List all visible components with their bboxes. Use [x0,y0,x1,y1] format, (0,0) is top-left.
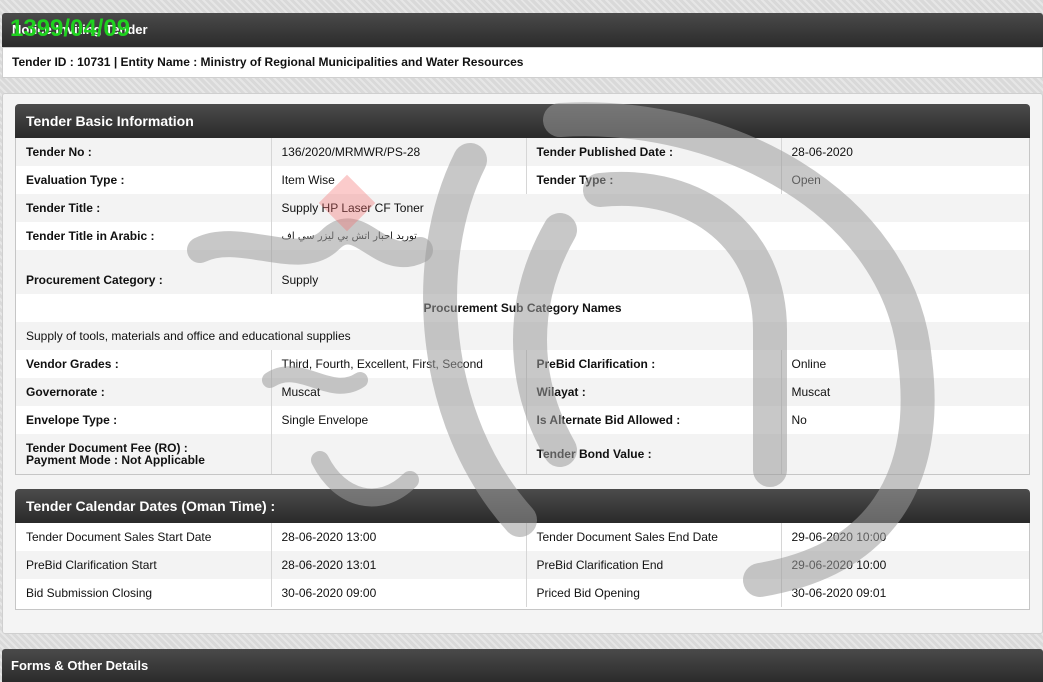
table-row: Tender Document Sales Start Date 28-06-2… [16,523,1029,551]
envelope-type-label: Envelope Type : [16,406,272,434]
calendar-table: Tender Document Sales Start Date 28-06-2… [15,523,1030,610]
table-row: Procurement Category : Supply [16,250,1029,294]
vendor-grades-label: Vendor Grades : [16,350,272,378]
vendor-grades-value: Third, Fourth, Excellent, First, Second [271,350,527,378]
arabic-title-value: توريد احبار اتش بي ليزر سي اف [281,230,417,242]
bid-closing-value: 30-06-2020 09:00 [271,579,527,607]
date-stamp: 1399/04/09 [10,15,131,42]
evaluation-type-value: Item Wise [271,166,527,194]
procurement-category-value: Supply [281,273,319,287]
table-row: Envelope Type : Single Envelope Is Alter… [16,406,1029,434]
evaluation-type-label: Evaluation Type : [16,166,272,194]
calendar-title: Tender Calendar Dates (Oman Time) : [26,498,276,514]
basic-info-title: Tender Basic Information [26,113,194,129]
bond-value-label: Tender Bond Value : [526,434,782,474]
tender-no-value: 136/2020/MRMWR/PS-28 [271,138,527,166]
tender-no-label: Tender No : [16,138,272,166]
published-date-value: 28-06-2020 [791,145,853,159]
governorate-label: Governorate : [16,378,272,406]
tender-type-label: Tender Type : [526,166,782,194]
tender-title-value: Supply HP Laser CF Toner [281,201,424,215]
forms-details-bar[interactable]: Forms & Other Details [2,649,1043,682]
prebid-start-label: PreBid Clarification Start [16,551,272,579]
published-date-label: Tender Published Date : [526,138,782,166]
sales-end-value: 29-06-2020 10:00 [791,530,887,544]
table-row: Evaluation Type : Item Wise Tender Type … [16,166,1029,194]
priced-bid-value: 30-06-2020 09:01 [791,586,887,600]
tender-title-label: Tender Title : [16,194,272,222]
forms-details-title: Forms & Other Details [11,658,149,673]
basic-info-header: Tender Basic Information [15,104,1030,138]
sales-end-label: Tender Document Sales End Date [526,523,782,551]
notice-title-bar: Notice Inviting Tender [2,13,1043,47]
tender-type-value: Open [791,173,821,187]
prebid-start-value: 28-06-2020 13:01 [271,551,527,579]
bid-closing-label: Bid Submission Closing [16,579,272,607]
sales-start-value: 28-06-2020 13:00 [271,523,527,551]
table-row: Tender Title in Arabic : توريد احبار اتش… [16,222,1029,250]
table-row: Tender Title : Supply HP Laser CF Toner [16,194,1029,222]
envelope-type-value: Single Envelope [271,406,527,434]
tender-id-line: Tender ID : 10731 | Entity Name : Minist… [2,47,1043,78]
alternate-bid-value: No [791,413,807,427]
wilayat-label: Wilayat : [526,378,782,406]
table-row: Tender Document Fee (RO) : Payment Mode … [16,434,1029,474]
prebid-end-value: 29-06-2020 10:00 [791,558,887,572]
procurement-category-label: Procurement Category : [16,250,272,294]
governorate-value: Muscat [271,378,527,406]
payment-mode-label: Payment Mode : Not Applicable [26,453,205,467]
document-fee-cell: Tender Document Fee (RO) : Payment Mode … [16,434,272,474]
sales-start-label: Tender Document Sales Start Date [16,523,272,551]
table-row: Supply of tools, materials and office an… [16,322,1029,350]
alternate-bid-label: Is Alternate Bid Allowed : [526,406,782,434]
prebid-value: Online [791,357,827,371]
table-row: Bid Submission Closing 30-06-2020 09:00 … [16,579,1029,607]
table-row: Procurement Sub Category Names [16,294,1029,322]
wilayat-value: Muscat [791,385,831,399]
subcategory-value: Supply of tools, materials and office an… [26,329,351,343]
arabic-title-label: Tender Title in Arabic : [16,222,272,250]
document-fee-value [271,434,527,474]
table-row: PreBid Clarification Start 28-06-2020 13… [16,551,1029,579]
prebid-label: PreBid Clarification : [526,350,782,378]
tender-details-container: Tender Basic Information Tender No : 136… [2,93,1043,634]
calendar-header: Tender Calendar Dates (Oman Time) : [15,489,1030,523]
prebid-end-label: PreBid Clarification End [526,551,782,579]
table-row: Tender No : 136/2020/MRMWR/PS-28 Tender … [16,138,1029,166]
bond-value-value [781,434,1029,474]
priced-bid-label: Priced Bid Opening [526,579,782,607]
table-row: Vendor Grades : Third, Fourth, Excellent… [16,350,1029,378]
subcategory-heading: Procurement Sub Category Names [423,301,622,315]
basic-info-table: Tender No : 136/2020/MRMWR/PS-28 Tender … [15,138,1030,475]
table-row: Governorate : Muscat Wilayat : Muscat [16,378,1029,406]
